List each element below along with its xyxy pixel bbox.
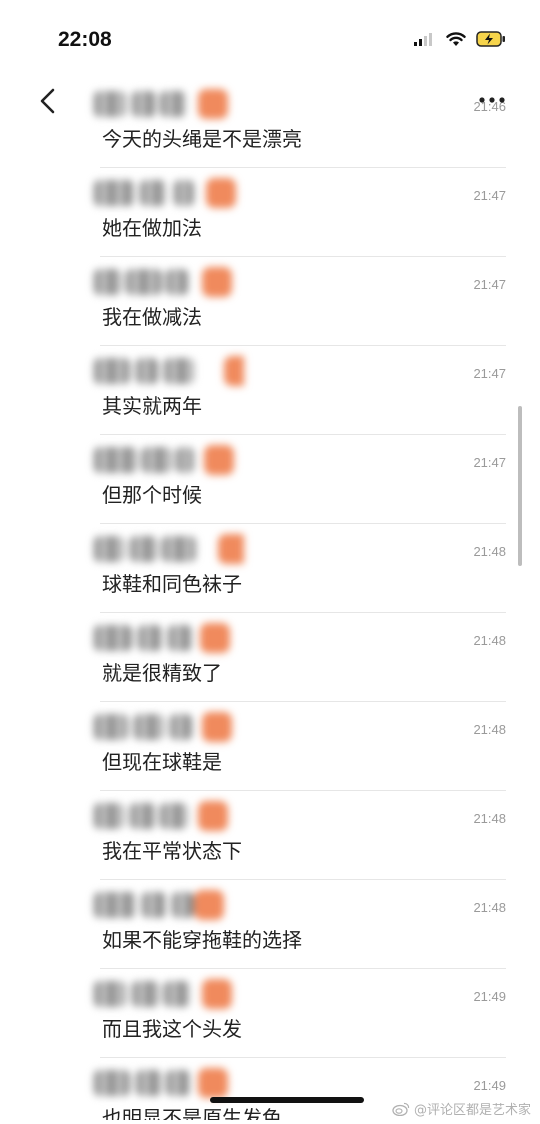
redacted-sender-name [94,443,244,479]
message-text: 而且我这个头发 [102,1017,242,1041]
message-text: 今天的头绳是不是漂亮 [102,127,302,151]
redacted-sender-name [94,977,244,1013]
redacted-sender-name [94,176,244,212]
scroll-indicator[interactable] [518,406,522,566]
redacted-sender-name [94,532,244,568]
message-text: 但那个时候 [102,483,202,507]
list-item[interactable]: 21:48 我在平常状态下 [94,790,506,879]
redacted-sender-name [94,710,244,746]
message-list[interactable]: 21:46 今天的头绳是不是漂亮 21:47 她在做加法 21:47 我在做减法 21:47… [0,80,540,1120]
redacted-sender-name [94,354,244,390]
message-time: 21:48 [473,633,506,648]
watermark: @评论区都是艺术家 [392,1099,531,1118]
message-time: 21:48 [473,811,506,826]
chevron-left-icon[interactable] [36,86,60,116]
redacted-sender-name [94,888,244,924]
message-time: 21:47 [473,188,506,203]
list-item[interactable]: 21:48 但现在球鞋是 [94,701,506,790]
message-time: 21:49 [473,989,506,1004]
message-time: 21:48 [473,544,506,559]
status-icons [414,31,506,47]
redacted-sender-name [94,799,244,835]
watermark-text: @评论区都是艺术家 [414,1103,532,1118]
more-dots-icon[interactable] [478,94,506,106]
wifi-icon [446,31,466,46]
list-item[interactable]: 21:47 但那个时候 [94,434,506,523]
message-text: 球鞋和同色袜子 [102,572,242,596]
message-text: 其实就两年 [102,394,202,418]
redacted-sender-name [94,621,244,657]
signal-icon [414,33,432,46]
battery-charging-icon [476,31,505,47]
message-text: 我在平常状态下 [102,839,242,863]
home-indicator[interactable] [210,1097,364,1103]
list-item[interactable]: 21:48 如果不能穿拖鞋的选择 [94,879,506,968]
status-time: 22:08 [58,28,112,51]
list-item[interactable]: 21:47 我在做减法 [94,256,506,345]
message-text: 但现在球鞋是 [102,750,222,774]
status-bar: 22:08 [0,0,540,70]
redacted-sender-name [94,265,244,301]
header [0,80,540,120]
list-item[interactable]: 21:48 球鞋和同色袜子 [94,523,506,612]
message-text: 也明显不是原生发色 [102,1106,282,1120]
message-text: 我在做减法 [102,305,202,329]
message-time: 21:49 [473,1078,506,1093]
message-time: 21:48 [473,722,506,737]
message-time: 21:47 [473,455,506,470]
list-item[interactable]: 21:49 而且我这个头发 [94,968,506,1057]
message-text: 就是很精致了 [102,661,222,685]
list-item[interactable]: 21:47 她在做加法 [94,167,506,256]
weibo-icon [392,1102,410,1116]
list-item[interactable]: 21:47 其实就两年 [94,345,506,434]
message-time: 21:47 [473,277,506,292]
message-time: 21:48 [473,900,506,915]
list-item[interactable]: 21:48 就是很精致了 [94,612,506,701]
message-time: 21:47 [473,366,506,381]
message-text: 她在做加法 [102,216,202,240]
message-text: 如果不能穿拖鞋的选择 [102,928,302,952]
